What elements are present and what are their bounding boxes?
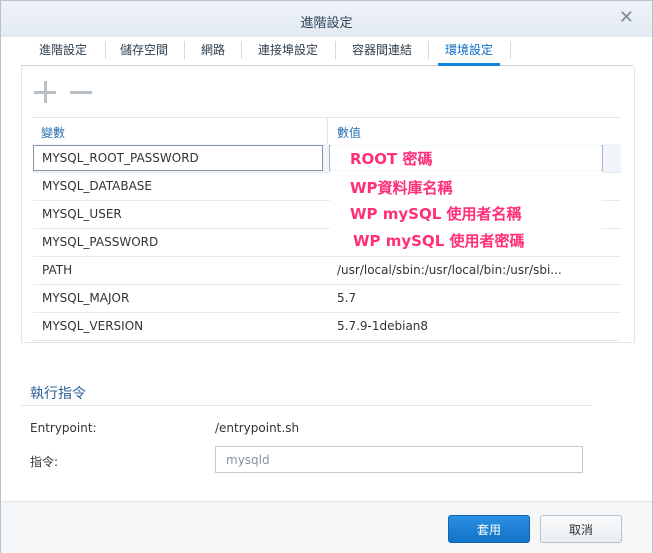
table-row[interactable]: PATH /usr/local/sbin:/usr/local/bin:/usr… xyxy=(33,256,621,285)
annotation-wp-user: WP mySQL 使用者名稱 xyxy=(350,205,522,223)
tab-advanced-settings[interactable]: 進階設定 xyxy=(25,37,101,64)
entrypoint-label: Entrypoint: xyxy=(30,421,97,435)
section-divider xyxy=(21,405,592,406)
apply-button[interactable]: 套用 xyxy=(448,515,530,543)
title-bar: 進階設定 ✕ xyxy=(1,1,652,37)
dialog: 進階設定 ✕ 進階設定 儲存空間 網路 連接埠設定 容器間連結 環境設定 變數 … xyxy=(0,0,653,553)
tab-environment[interactable]: 環境設定 xyxy=(430,37,508,66)
command-label: 指令: xyxy=(30,455,59,469)
dialog-title: 進階設定 xyxy=(300,16,353,31)
tab-separator xyxy=(335,41,336,59)
annotation-wp-password: WP mySQL 使用者密碼 xyxy=(353,232,525,250)
tab-separator xyxy=(184,41,185,59)
tab-bar: 進階設定 儲存空間 網路 連接埠設定 容器間連結 環境設定 xyxy=(21,37,633,66)
variable-name: MYSQL_PASSWORD xyxy=(42,235,159,249)
variable-name: MYSQL_VERSION xyxy=(42,319,144,333)
tab-separator xyxy=(105,41,106,59)
annotation-root-password: ROOT 密碼 xyxy=(350,150,433,168)
tab-links[interactable]: 容器間連結 xyxy=(339,37,425,64)
column-header-value[interactable]: 數值 xyxy=(337,124,361,141)
command-input[interactable]: mysqld xyxy=(215,446,583,473)
close-icon[interactable]: ✕ xyxy=(619,9,634,27)
tab-port-settings[interactable]: 連接埠設定 xyxy=(245,37,331,64)
entrypoint-value: /entrypoint.sh xyxy=(215,421,300,435)
variable-name: MYSQL_USER xyxy=(42,207,122,221)
column-header-variable[interactable]: 變數 xyxy=(41,124,65,141)
variable-name: MYSQL_MAJOR xyxy=(42,291,130,305)
variable-value: 5.7 xyxy=(337,291,357,305)
cancel-button[interactable]: 取消 xyxy=(540,515,622,543)
table-row[interactable]: MYSQL_MAJOR 5.7 xyxy=(33,284,621,313)
table-row[interactable]: MYSQL_VERSION 5.7.9-1debian8 xyxy=(33,312,621,341)
tab-separator xyxy=(241,41,242,59)
tab-network[interactable]: 網路 xyxy=(187,37,239,64)
annotation-wp-database: WP資料庫名稱 xyxy=(350,179,453,197)
tab-storage[interactable]: 儲存空間 xyxy=(107,37,181,64)
remove-icon[interactable] xyxy=(70,81,92,103)
variable-name: PATH xyxy=(42,263,73,277)
execution-section-title: 執行指令 xyxy=(30,386,86,402)
tab-separator xyxy=(510,41,511,59)
add-icon[interactable] xyxy=(34,81,56,103)
variable-name: MYSQL_ROOT_PASSWORD xyxy=(42,151,199,165)
variable-value: 5.7.9-1debian8 xyxy=(337,319,429,333)
variable-name: MYSQL_DATABASE xyxy=(42,179,152,193)
variable-value: /usr/local/sbin:/usr/local/bin:/usr/sbi.… xyxy=(337,263,562,277)
tab-separator xyxy=(428,41,429,59)
column-separator xyxy=(327,118,328,144)
